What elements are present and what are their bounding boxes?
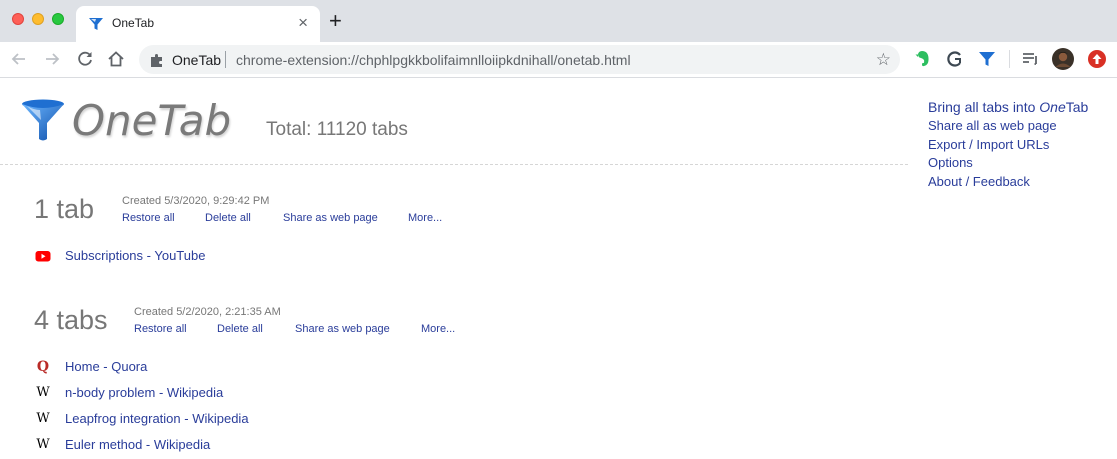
window-close-button[interactable] — [12, 13, 24, 25]
tab-close-icon[interactable]: × — [298, 13, 308, 33]
delete-all-button[interactable]: Delete all — [217, 323, 263, 335]
restore-all-button[interactable]: Restore all — [134, 323, 187, 335]
extension-puzzle-icon — [151, 54, 162, 67]
address-bar[interactable]: OneTab chrome-extension://chphlpgkkbolif… — [139, 45, 900, 74]
address-separator — [225, 51, 226, 68]
group-tab-count: 1 tab — [34, 194, 95, 224]
total-tabs-count: Total: 11120 tabs — [266, 119, 408, 140]
toolbar-separator — [1009, 50, 1010, 68]
quora-icon: Q — [36, 359, 50, 375]
wikipedia-icon: W — [36, 437, 50, 452]
home-icon[interactable] — [105, 48, 127, 70]
address-url[interactable]: chrome-extension://chphlpgkkbolifaimnllo… — [236, 52, 631, 68]
back-arrow-icon[interactable] — [8, 48, 30, 70]
delete-all-button[interactable]: Delete all — [205, 212, 251, 224]
saved-tab-link[interactable]: Euler method - Wikipedia — [65, 437, 210, 452]
update-icon[interactable] — [1087, 49, 1107, 69]
saved-tab-link[interactable]: Home - Quora — [65, 359, 147, 374]
restore-all-button[interactable]: Restore all — [122, 212, 175, 224]
reading-list-icon[interactable] — [1020, 49, 1040, 69]
export-import-link[interactable]: Export / Import URLs — [928, 136, 1088, 155]
window-zoom-button[interactable] — [52, 13, 64, 25]
forward-arrow-icon[interactable] — [41, 48, 63, 70]
wikipedia-icon: W — [36, 411, 50, 426]
bookmark-star-icon[interactable]: ☆ — [876, 50, 891, 69]
profile-avatar[interactable] — [1052, 48, 1074, 70]
browser-tab-onetab[interactable]: OneTab × — [76, 6, 320, 42]
grammarly-icon[interactable] — [945, 49, 965, 69]
address-source-label: OneTab — [172, 52, 222, 68]
side-links: Bring all tabs into OneTab Share all as … — [928, 97, 1088, 191]
saved-tab-link[interactable]: Subscriptions - YouTube — [65, 248, 205, 263]
options-link[interactable]: Options — [928, 154, 1088, 173]
new-tab-icon[interactable]: + — [329, 8, 342, 34]
onetab-icon[interactable] — [977, 49, 997, 69]
onetab-funnel-icon — [89, 18, 103, 30]
more-button[interactable]: More... — [421, 323, 455, 335]
group-created-time: Created 5/3/2020, 9:29:42 PM — [122, 195, 270, 207]
share-as-web-page-button[interactable]: Share as web page — [295, 323, 390, 335]
evernote-icon[interactable] — [913, 49, 933, 69]
bring-all-suffix: Tab — [1065, 99, 1089, 115]
tab-strip: OneTab × + — [0, 0, 1117, 42]
share-all-link[interactable]: Share all as web page — [928, 117, 1088, 136]
group-tab-count: 4 tabs — [34, 305, 108, 335]
onetab-logo-icon — [22, 99, 64, 141]
saved-tab-link[interactable]: Leapfrog integration - Wikipedia — [65, 411, 249, 426]
window-minimize-button[interactable] — [32, 13, 44, 25]
bring-all-tabs-link[interactable]: Bring all tabs into OneTab — [928, 97, 1088, 117]
reload-icon[interactable] — [74, 48, 96, 70]
about-feedback-link[interactable]: About / Feedback — [928, 173, 1088, 192]
wikipedia-icon: W — [36, 385, 50, 400]
more-button[interactable]: More... — [408, 212, 442, 224]
group-created-time: Created 5/2/2020, 2:21:35 AM — [134, 306, 281, 318]
browser-toolbar: OneTab chrome-extension://chphlpgkkbolif… — [0, 42, 1117, 78]
bring-all-italic: One — [1039, 99, 1066, 115]
header-divider — [0, 164, 908, 165]
tab-title: OneTab — [112, 16, 155, 30]
saved-tab-link[interactable]: n-body problem - Wikipedia — [65, 385, 223, 400]
onetab-logo-text: OneTab — [72, 96, 232, 145]
bring-all-prefix: Bring all tabs into — [928, 99, 1040, 115]
youtube-icon — [35, 251, 51, 262]
share-as-web-page-button[interactable]: Share as web page — [283, 212, 378, 224]
